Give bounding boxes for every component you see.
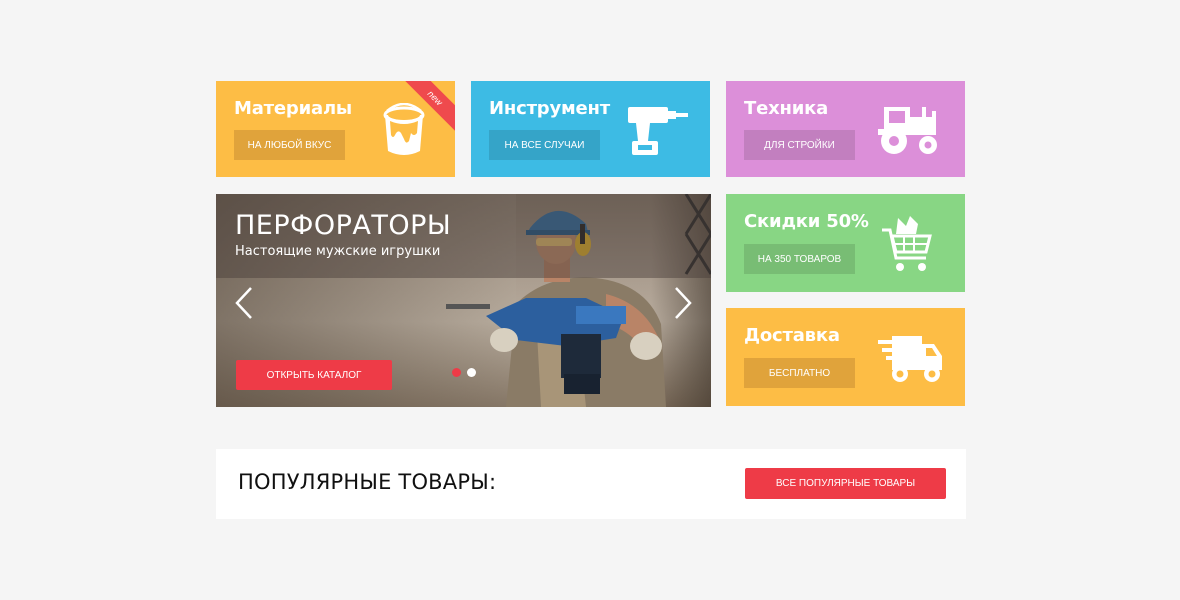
open-catalog-button[interactable]: ОТКРЫТЬ КАТАЛОГ (236, 360, 392, 390)
tile-button-discount[interactable]: НА 350 ТОВАРОВ (744, 244, 855, 274)
slide-subtitle: Настоящие мужские игрушки (235, 244, 441, 259)
tile-button-tools[interactable]: НА ВСЕ СЛУЧАИ (489, 130, 600, 160)
tile-title: Скидки 50% (744, 211, 869, 232)
tractor-icon (878, 107, 937, 154)
category-tile-tools[interactable]: Инструмент НА ВСЕ СЛУЧАИ (471, 81, 710, 177)
hero-slider[interactable]: ПЕРФОРАТОРЫ Настоящие мужские игрушки ОТ… (216, 194, 711, 407)
tile-button-delivery[interactable]: БЕСПЛАТНО (744, 358, 855, 388)
tile-title: Материалы (234, 98, 353, 119)
chevron-left-icon[interactable] (234, 286, 254, 320)
section-title: ПОПУЛЯРНЫЕ ТОВАРЫ: (238, 470, 497, 494)
tile-button-machinery[interactable]: ДЛЯ СТРОЙКИ (744, 130, 855, 160)
category-tile-machinery[interactable]: Техника ДЛЯ СТРОЙКИ (726, 81, 965, 177)
category-tile-delivery[interactable]: Доставка БЕСПЛАТНО (726, 308, 965, 406)
tile-title: Инструмент (489, 98, 611, 119)
paint-bucket-icon (383, 103, 425, 155)
popular-products-header: ПОПУЛЯРНЫЕ ТОВАРЫ: ВСЕ ПОПУЛЯРНЫЕ ТОВАРЫ (216, 449, 966, 519)
slider-dots (452, 368, 476, 377)
delivery-truck-icon (878, 336, 942, 382)
chevron-right-icon[interactable] (673, 286, 693, 320)
tile-button-materials[interactable]: НА ЛЮБОЙ ВКУС (234, 130, 345, 160)
tile-title: Техника (744, 98, 829, 119)
slide-title: ПЕРФОРАТОРЫ (235, 210, 452, 241)
slider-dot-1[interactable] (452, 368, 461, 377)
tile-title: Доставка (744, 325, 840, 346)
slider-dot-2[interactable] (467, 368, 476, 377)
all-popular-products-button[interactable]: ВСЕ ПОПУЛЯРНЫЕ ТОВАРЫ (745, 468, 946, 499)
shopping-cart-icon (882, 216, 932, 271)
drill-icon (628, 107, 688, 155)
category-tile-discount[interactable]: Скидки 50% НА 350 ТОВАРОВ (726, 194, 965, 292)
category-tile-materials[interactable]: Материалы НА ЛЮБОЙ ВКУС new (216, 81, 455, 177)
